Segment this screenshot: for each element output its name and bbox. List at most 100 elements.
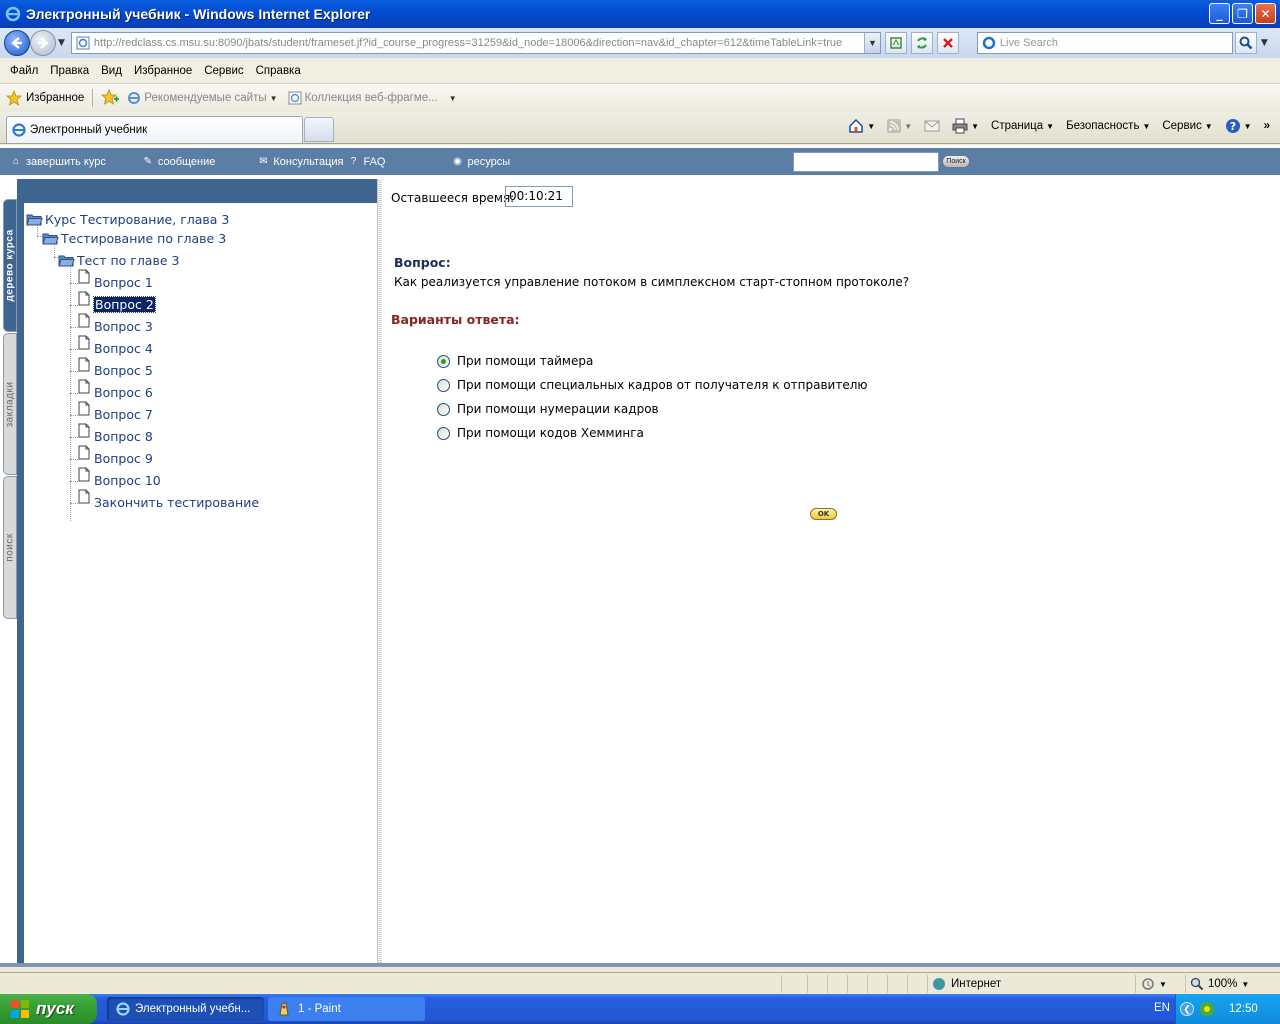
tab-course-tree[interactable]: дерево курса <box>3 199 17 332</box>
internet-explorer-icon <box>116 1002 130 1016</box>
suggested-sites-link[interactable]: Рекомендуемые сайты ▼ <box>127 91 278 105</box>
resources-link[interactable]: ◉ ресурсы <box>452 156 510 168</box>
tree-item-label: Вопрос 1 <box>94 275 153 290</box>
answer-option[interactable]: При помощи нумерации кадров <box>437 397 867 421</box>
favorites-bar: Избранное Рекомендуемые сайты ▼ Коллекци… <box>0 84 1280 112</box>
more-commands-chevron[interactable]: » <box>1260 120 1274 132</box>
site-navigation: ⌂ завершить курс ✎ сообщение ✉ Консульта… <box>0 148 1280 175</box>
new-tab-button[interactable] <box>304 117 334 142</box>
menu-view[interactable]: Вид <box>95 65 128 77</box>
answer-option[interactable]: При помощи таймера <box>437 349 867 373</box>
menu-help[interactable]: Справка <box>250 65 307 77</box>
refresh-button[interactable] <box>910 32 933 54</box>
tree-item-label: Вопрос 6 <box>94 385 153 400</box>
tree-item-question[interactable]: Вопрос 7 <box>78 401 153 422</box>
consultation-link[interactable]: ✉ Консультация <box>257 156 343 168</box>
tree-item-question[interactable]: Вопрос 6 <box>78 379 153 400</box>
answer-option[interactable]: При помощи специальных кадров от получат… <box>437 373 867 397</box>
feeds-button[interactable]: ▼ <box>883 119 916 133</box>
site-search-button[interactable]: Поиск <box>942 155 970 168</box>
favorites-label: Избранное <box>26 92 85 104</box>
add-to-favorites-button[interactable] <box>101 88 120 108</box>
question-content: Оставшееся время: 00:10:21 Вопрос: Как р… <box>383 179 1280 965</box>
answer-option[interactable]: При помощи кодов Хемминга <box>437 421 867 445</box>
menu-favorites[interactable]: Избранное <box>128 65 198 77</box>
answer-radio[interactable] <box>437 378 450 392</box>
taskbar-item-paint[interactable]: 1 - Paint <box>268 997 425 1021</box>
zoom-button[interactable]: 100% ▼ <box>1185 975 1280 993</box>
tree-item-question[interactable]: Закончить тестирование <box>78 489 259 510</box>
system-tray: ❮ 12:50 <box>1175 994 1280 1024</box>
print-button[interactable]: ▼ <box>948 118 983 134</box>
favorites-button[interactable]: Избранное <box>6 90 84 106</box>
taskbar-item-ie[interactable]: Электронный учебн... <box>107 997 264 1021</box>
address-bar[interactable]: http://redclass.cs.msu.su:8090/jbats/stu… <box>70 32 881 54</box>
forward-button[interactable] <box>30 30 56 56</box>
help-button[interactable]: ? ▼ <box>1221 118 1256 134</box>
stop-button[interactable] <box>936 32 959 54</box>
folder-open-icon <box>42 233 59 245</box>
tree-node-course[interactable]: Курс Тестирование, глава 3 <box>26 212 229 227</box>
protected-mode-button[interactable]: ▼ <box>1135 975 1185 993</box>
tree-item-question[interactable]: Вопрос 2 <box>78 291 156 313</box>
faq-link[interactable]: ? FAQ <box>347 156 386 168</box>
tree-item-question[interactable]: Вопрос 4 <box>78 335 153 356</box>
tray-app-icon[interactable] <box>1199 1001 1215 1017</box>
search-options-dropdown[interactable]: ▼ <box>1261 38 1268 48</box>
tools-menu-button[interactable]: Сервис ▼ <box>1158 120 1216 132</box>
read-mail-button[interactable] <box>920 120 944 132</box>
chevron-down-icon: ▼ <box>1142 121 1151 131</box>
tree-item-label: Вопрос 2 <box>93 296 156 313</box>
security-zone[interactable]: Интернет <box>927 975 1135 993</box>
home-button[interactable]: ▼ <box>844 118 879 134</box>
tab-e-textbook[interactable]: Электронный учебник <box>6 116 303 143</box>
message-link[interactable]: ✎ сообщение <box>142 156 216 168</box>
finish-course-link[interactable]: ⌂ завершить курс <box>10 156 106 168</box>
ok-button[interactable]: OK <box>810 508 837 520</box>
recent-pages-dropdown[interactable]: ▼ <box>58 38 65 48</box>
tree-item-label: Вопрос 10 <box>94 473 161 488</box>
address-dropdown-icon[interactable]: ▼ <box>863 33 880 53</box>
show-hidden-icons-button[interactable]: ❮ <box>1180 1002 1194 1016</box>
menu-tools[interactable]: Сервис <box>198 65 249 77</box>
tree-item-question[interactable]: Вопрос 8 <box>78 423 153 444</box>
frame-splitter[interactable] <box>377 179 382 965</box>
answer-radio[interactable] <box>437 402 450 416</box>
close-window-button[interactable]: ✕ <box>1255 3 1276 24</box>
search-go-button[interactable] <box>1234 32 1257 54</box>
tree-item-question[interactable]: Вопрос 5 <box>78 357 153 378</box>
answer-radio[interactable] <box>437 354 450 368</box>
protected-mode-icon <box>1142 978 1154 990</box>
menu-edit[interactable]: Правка <box>44 65 95 77</box>
tree-item-question[interactable]: Вопрос 9 <box>78 445 153 466</box>
restore-button[interactable]: ❐ <box>1232 3 1253 24</box>
language-indicator[interactable]: EN <box>1154 1002 1170 1014</box>
tree-item-question[interactable]: Вопрос 3 <box>78 313 153 334</box>
taskbar-item-ie-label: Электронный учебн... <box>135 1003 251 1015</box>
taskbar-item-paint-label: 1 - Paint <box>298 1003 341 1015</box>
tree-item-label: Вопрос 4 <box>94 341 153 356</box>
web-slice-gallery-link[interactable]: Коллекция веб-фрагме... ▼ <box>288 91 457 105</box>
compatibility-view-button[interactable] <box>884 32 907 54</box>
window-title-bar[interactable]: Электронный учебник - Windows Internet E… <box>0 0 1280 28</box>
tab-search[interactable]: поиск <box>3 476 17 619</box>
tree-item-question[interactable]: Вопрос 10 <box>78 467 161 488</box>
tab-bookmarks-label: закладки <box>4 381 16 427</box>
web-slice-label: Коллекция веб-фрагме... <box>304 92 438 104</box>
minimize-button[interactable]: _ <box>1209 3 1230 24</box>
address-url[interactable]: http://redclass.cs.msu.su:8090/jbats/stu… <box>94 37 842 49</box>
back-button[interactable] <box>4 30 30 56</box>
tab-bookmarks[interactable]: закладки <box>3 333 17 475</box>
start-button[interactable]: пуск <box>0 994 97 1024</box>
answer-radio[interactable] <box>437 426 450 440</box>
tree-node-course-label: Курс Тестирование, глава 3 <box>45 212 230 227</box>
page-menu-button[interactable]: Страница ▼ <box>987 120 1058 132</box>
safety-menu-button[interactable]: Безопасность ▼ <box>1062 120 1154 132</box>
tree-node-section[interactable]: Тестирование по главе 3 <box>42 231 226 246</box>
tree-node-test[interactable]: Тест по главе 3 <box>58 253 179 268</box>
site-search-input[interactable] <box>793 152 939 172</box>
tab-row: Электронный учебник ▼ ▼ ▼ Страница ▼ Без… <box>0 112 1280 144</box>
menu-file[interactable]: Файл <box>4 65 44 77</box>
live-search-box[interactable]: Live Search <box>976 32 1233 54</box>
tree-item-question[interactable]: Вопрос 1 <box>78 269 153 290</box>
